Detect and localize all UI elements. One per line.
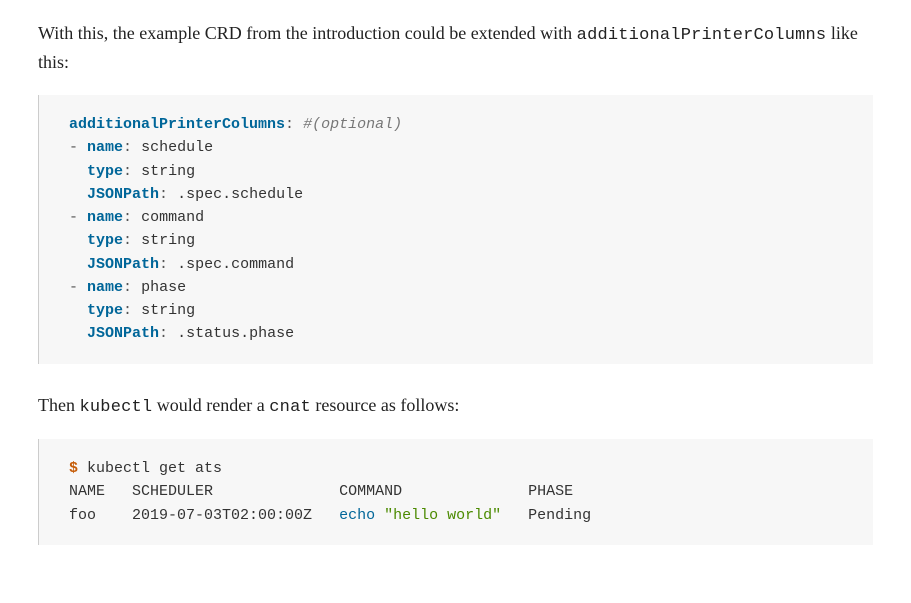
shell-header-command: COMMAND: [339, 483, 402, 500]
yaml-colon: :: [123, 163, 132, 180]
shell-header-phase: PHASE: [528, 483, 573, 500]
shell-row-scheduler: 2019-07-03T02:00:00Z: [132, 507, 312, 524]
mid-text-1: Then: [38, 395, 79, 415]
shell-row-string: "hello world": [384, 507, 501, 524]
yaml-code-block: additionalPrinterColumns: #(optional) - …: [38, 95, 873, 364]
shell-command: kubectl get ats: [87, 460, 222, 477]
shell-code: $ kubectl get ats NAME SCHEDULER COMMAND…: [69, 460, 591, 524]
yaml-code: additionalPrinterColumns: #(optional) - …: [69, 116, 402, 342]
yaml-comment: #(optional): [303, 116, 402, 133]
yaml-colon: :: [159, 325, 168, 342]
shell-row-name: foo: [69, 507, 96, 524]
yaml-val: phase: [141, 279, 186, 296]
inline-code-kubectl: kubectl: [79, 398, 152, 417]
mid-paragraph: Then kubectl would render a cnat resourc…: [38, 392, 873, 421]
intro-paragraph: With this, the example CRD from the intr…: [38, 20, 873, 77]
yaml-colon: :: [159, 256, 168, 273]
yaml-colon: :: [123, 209, 132, 226]
yaml-key-jsonpath: JSONPath: [87, 325, 159, 342]
yaml-colon: :: [123, 139, 132, 156]
yaml-colon: :: [123, 302, 132, 319]
yaml-val: string: [141, 163, 195, 180]
yaml-root-key: additionalPrinterColumns: [69, 116, 285, 133]
yaml-dash: -: [69, 279, 78, 296]
shell-code-block: $ kubectl get ats NAME SCHEDULER COMMAND…: [38, 439, 873, 545]
shell-row-echo: echo: [339, 507, 375, 524]
yaml-colon: :: [159, 186, 168, 203]
shell-prompt: $: [69, 460, 78, 477]
shell-row-phase: Pending: [528, 507, 591, 524]
inline-code-additional-printer-columns: additionalPrinterColumns: [577, 26, 827, 45]
yaml-val: string: [141, 232, 195, 249]
page-content: With this, the example CRD from the intr…: [0, 0, 911, 603]
yaml-val: schedule: [141, 139, 213, 156]
yaml-key-name: name: [87, 139, 123, 156]
yaml-val: string: [141, 302, 195, 319]
shell-header-name: NAME: [69, 483, 105, 500]
yaml-val: command: [141, 209, 204, 226]
intro-text-1: With this, the example CRD from the intr…: [38, 23, 577, 43]
yaml-colon: :: [123, 279, 132, 296]
yaml-key-name: name: [87, 209, 123, 226]
yaml-key-name: name: [87, 279, 123, 296]
yaml-val: .spec.command: [177, 256, 294, 273]
yaml-key-type: type: [87, 302, 123, 319]
yaml-dash: -: [69, 209, 78, 226]
yaml-val: .spec.schedule: [177, 186, 303, 203]
yaml-key-jsonpath: JSONPath: [87, 256, 159, 273]
inline-code-cnat: cnat: [269, 398, 311, 417]
yaml-key-jsonpath: JSONPath: [87, 186, 159, 203]
yaml-val: .status.phase: [177, 325, 294, 342]
mid-text-3: resource as follows:: [311, 395, 459, 415]
yaml-colon: :: [285, 116, 294, 133]
shell-header-scheduler: SCHEDULER: [132, 483, 213, 500]
mid-text-2: would render a: [152, 395, 269, 415]
yaml-colon: :: [123, 232, 132, 249]
yaml-key-type: type: [87, 163, 123, 180]
yaml-dash: -: [69, 139, 78, 156]
yaml-key-type: type: [87, 232, 123, 249]
